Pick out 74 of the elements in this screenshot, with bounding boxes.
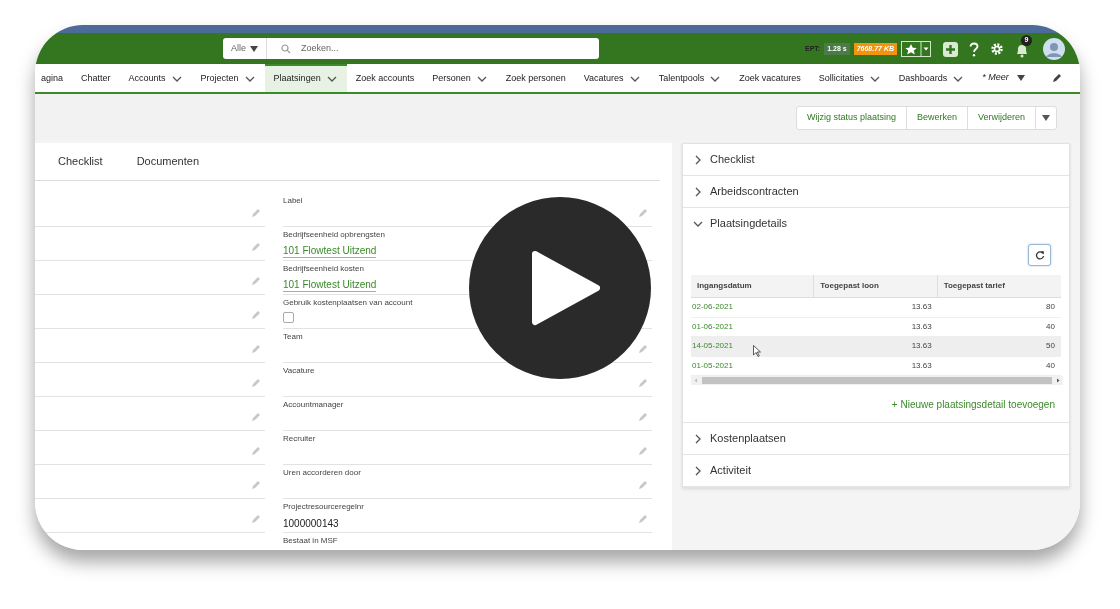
table-cell: 13.63	[911, 301, 932, 314]
refresh-icon	[1034, 250, 1045, 260]
date-link[interactable]: 01-06-2021	[692, 320, 733, 333]
field-label: Accountmanager	[283, 399, 344, 411]
bell-icon[interactable]	[1015, 43, 1029, 58]
table-cell: 40	[1046, 359, 1055, 372]
field-label: Bedrijfseenheid opbrengsten	[283, 229, 385, 241]
nav-tab[interactable]: Chatter	[72, 64, 120, 92]
column-header[interactable]: Ingangsdatum	[691, 275, 815, 297]
table-row[interactable]: 14-05-2021 13.63 50	[691, 337, 1061, 357]
field-label: Uren accorderen door	[283, 467, 361, 479]
table-cell: 40	[1046, 320, 1055, 333]
table-cell: 80	[1046, 301, 1055, 314]
action-button[interactable]: Bewerken	[906, 107, 968, 129]
add-link[interactable]: + Nieuwe plaatsingsdetail toevoegen	[891, 397, 1055, 412]
nav-tab[interactable]: Personen	[423, 64, 497, 92]
table-cell: 13.63	[911, 320, 932, 333]
nav-tab[interactable]: Sollicitaties	[809, 64, 890, 92]
action-button[interactable]: Wijzig status plaatsing	[796, 107, 907, 129]
cursor-icon	[753, 345, 761, 357]
nav-tab[interactable]: Zoek vacatures	[730, 64, 810, 92]
record-tab[interactable]: Checklist	[58, 153, 103, 170]
horizontal-scrollbar[interactable]	[691, 376, 1063, 385]
caret-icon	[1042, 115, 1050, 121]
column-header[interactable]: Toegepast tarief	[937, 275, 1061, 297]
table-cell: 13.63	[911, 359, 932, 372]
date-link[interactable]: 02-06-2021	[692, 301, 733, 314]
nav-tab[interactable]: agina	[35, 64, 73, 92]
add-icon[interactable]	[943, 41, 958, 57]
date-link[interactable]: 01-05-2021	[692, 359, 733, 372]
nav-tab[interactable]: Zoek accounts	[346, 64, 424, 92]
nav-tab[interactable]: Plaatsingen	[264, 64, 347, 92]
field-link[interactable]: 101 Flowtest Uitzend	[283, 278, 377, 292]
field-label: Projectresourceregelnr	[283, 501, 364, 513]
search-icon	[281, 43, 291, 54]
nav-tab[interactable]: Accounts	[119, 64, 192, 92]
field-link[interactable]: 101 Flowtest Uitzend	[283, 244, 377, 258]
avatar[interactable]	[1043, 38, 1065, 60]
nav-tab[interactable]: Vacatures	[574, 64, 650, 92]
field-value: 1000000143	[283, 517, 340, 531]
field-label: Label	[283, 195, 303, 207]
settings-icon[interactable]	[990, 42, 1004, 56]
nav-tab[interactable]: Zoek personen	[496, 64, 575, 92]
record-tab[interactable]: Documenten	[136, 153, 199, 170]
search-field[interactable]: Alle Zoeken...	[223, 38, 599, 59]
nav-tab[interactable]: Projecten	[191, 64, 265, 92]
nav-tab[interactable]: Dashboards	[889, 64, 974, 92]
table-cell: 13.63	[911, 340, 932, 353]
section-header[interactable]: Plaatsingdetails	[683, 208, 1069, 239]
section-header[interactable]: Kostenplaatsen	[683, 423, 1069, 454]
table-cell: 50	[1046, 340, 1055, 353]
field-label: Team	[283, 331, 303, 343]
action-button[interactable]: Verwijderen	[967, 107, 1036, 129]
scope-label[interactable]: Alle	[231, 41, 246, 56]
date-link[interactable]: 14-05-2021	[692, 340, 733, 353]
play-icon	[531, 250, 601, 326]
caret-icon	[1016, 75, 1025, 81]
help-icon[interactable]	[969, 41, 979, 57]
caret-icon	[250, 45, 258, 52]
field-label: Bestaat in MSF	[283, 535, 338, 547]
field-label: Recruiter	[283, 433, 316, 445]
column-header[interactable]: Toegepast loon	[814, 275, 938, 297]
pencil-icon[interactable]	[1052, 73, 1062, 83]
favorite-star-button[interactable]	[901, 41, 931, 57]
section-header[interactable]: Arbeidscontracten	[683, 176, 1069, 207]
nav-tab[interactable]: Talentpools	[649, 64, 731, 92]
field-label: Bedrijfseenheid kosten	[283, 263, 365, 275]
field-label: Gebruik kostenplaatsen van account	[283, 297, 413, 309]
section-header[interactable]: Activiteit	[683, 455, 1069, 486]
refresh-button[interactable]	[1028, 244, 1051, 266]
field-label: Vacature	[283, 365, 315, 377]
section-header[interactable]: Checklist	[683, 144, 1069, 175]
checkbox[interactable]	[283, 312, 294, 323]
more-menu[interactable]: * Meer	[973, 64, 1034, 92]
